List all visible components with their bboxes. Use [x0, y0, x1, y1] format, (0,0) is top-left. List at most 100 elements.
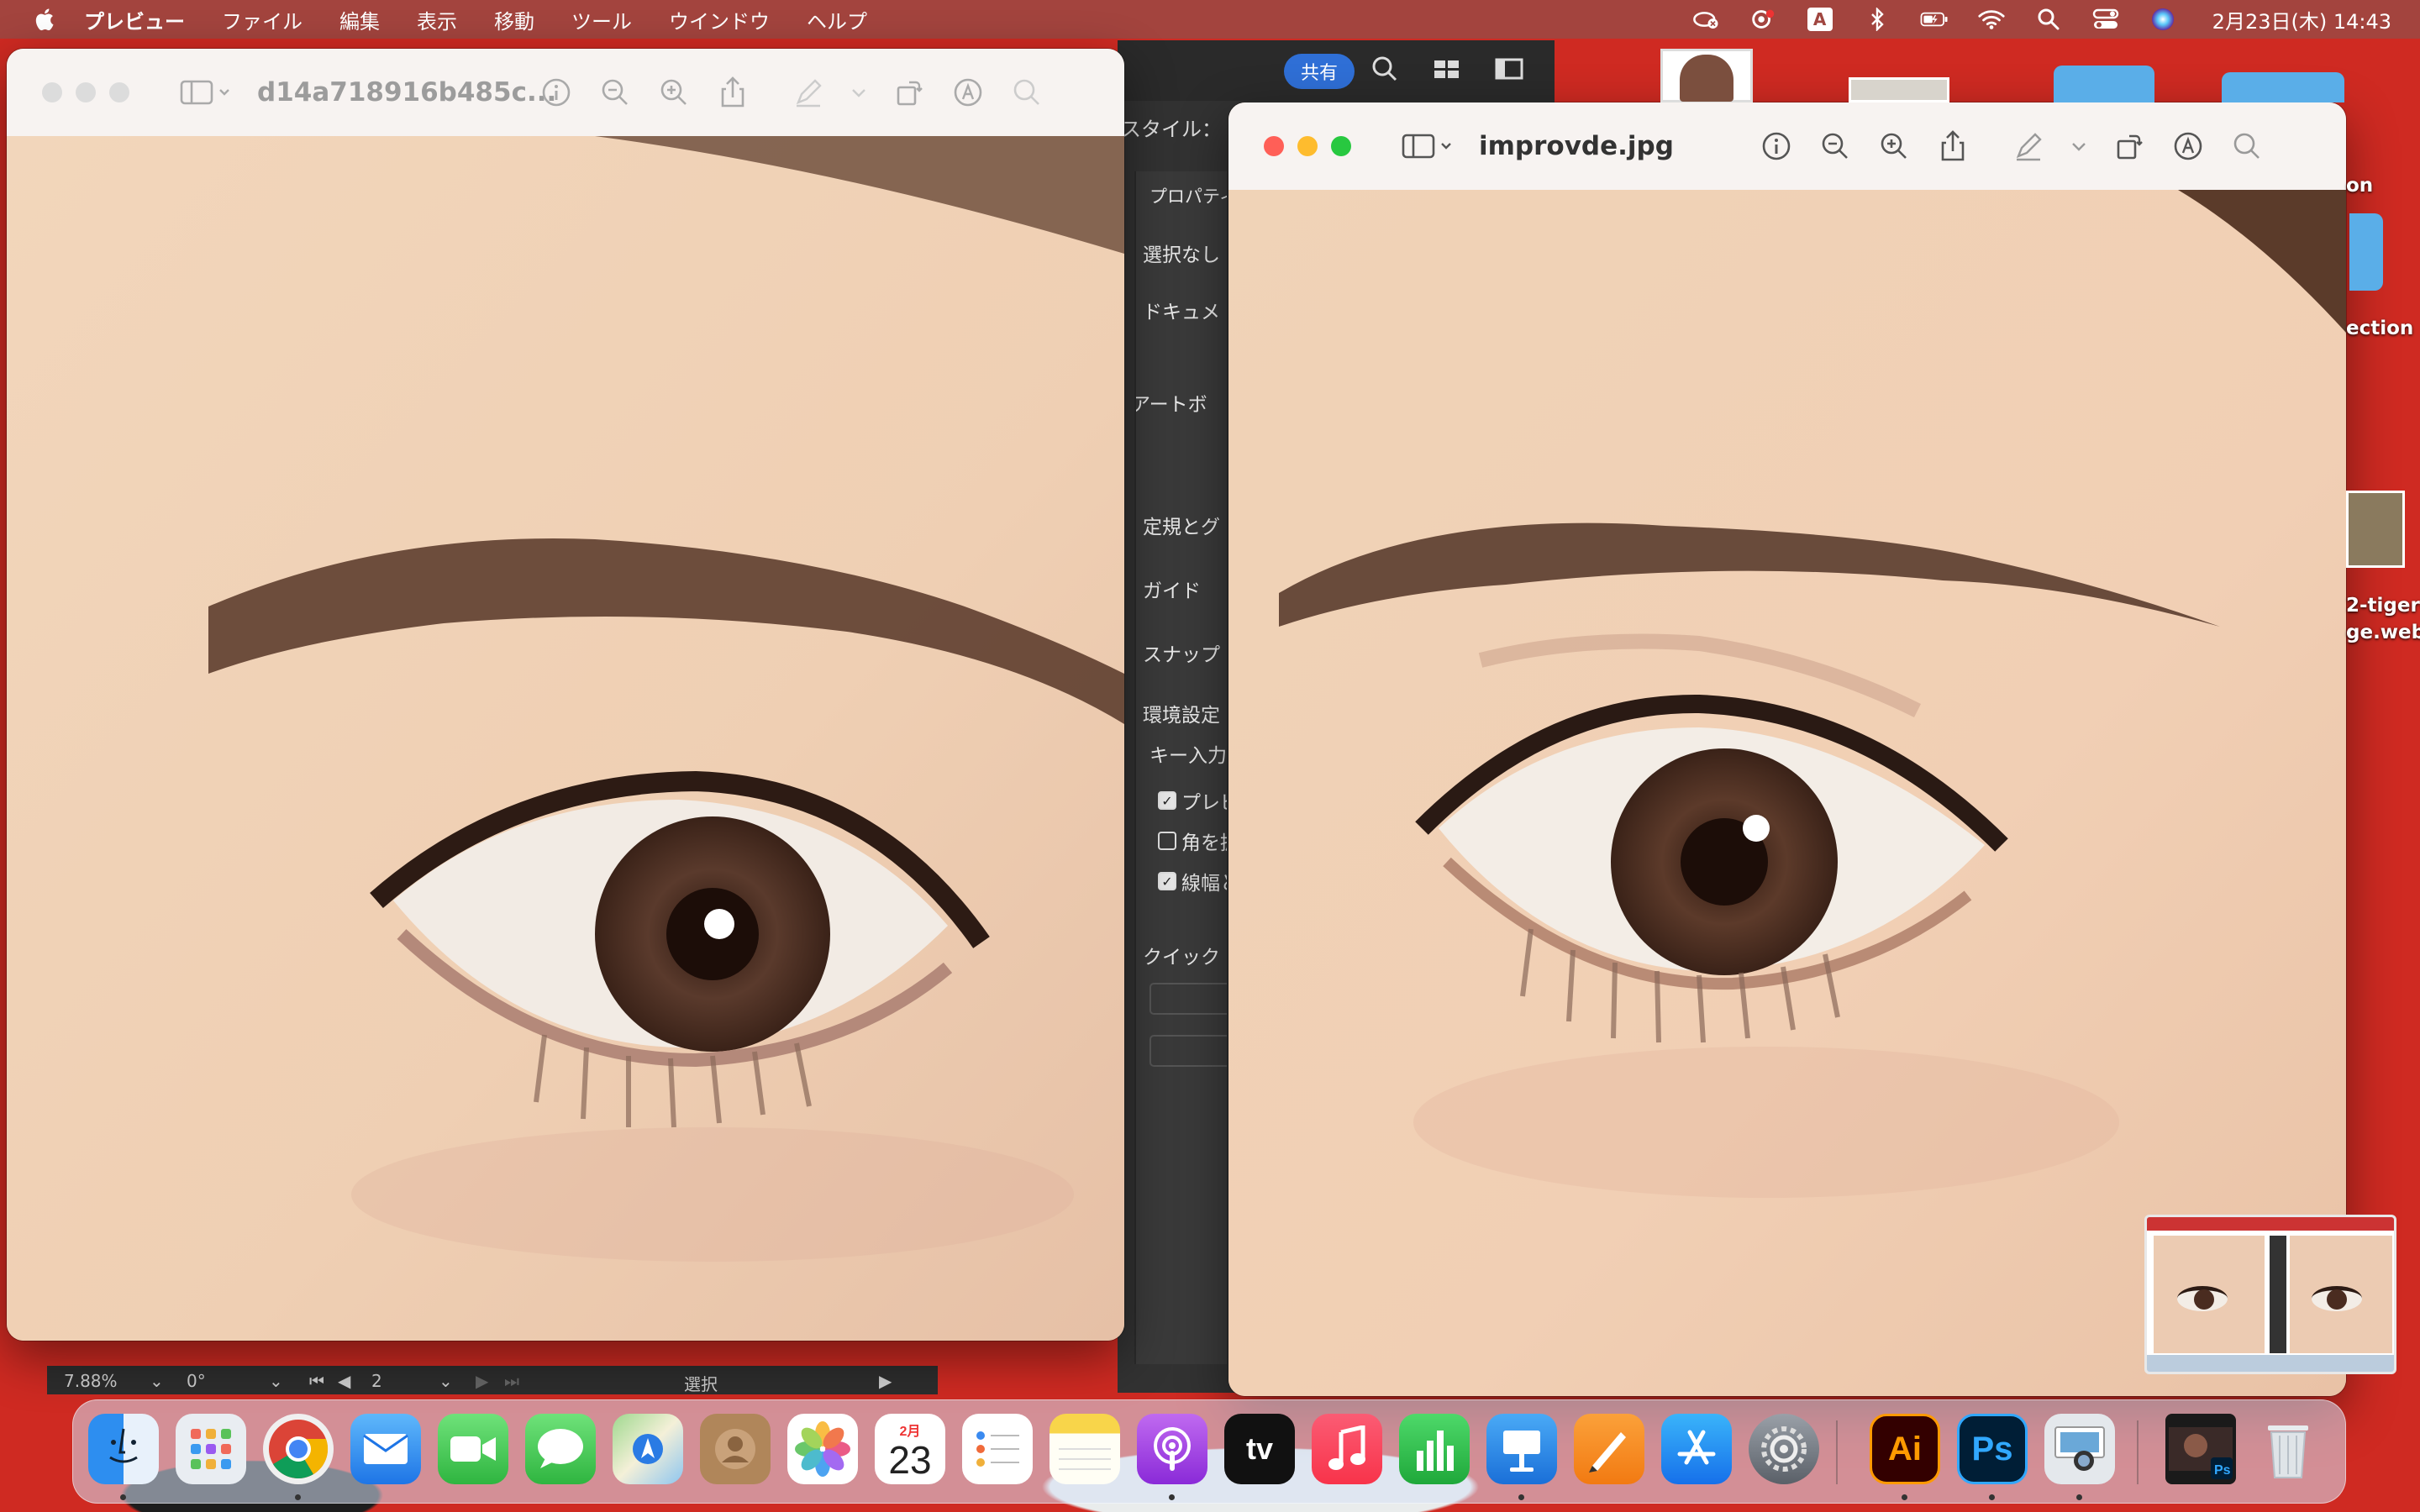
preview-icon[interactable] [2044, 1414, 2115, 1484]
search-icon[interactable] [1370, 54, 1400, 84]
control-center-icon[interactable] [2091, 8, 2120, 31]
zoom-in-icon[interactable] [1877, 129, 1911, 163]
photos-icon[interactable] [787, 1414, 858, 1484]
desktop-image-thumbnail[interactable] [1849, 77, 1949, 102]
chevron-down-icon[interactable]: ⌄ [269, 1371, 283, 1391]
folder-icon[interactable] [2054, 66, 2154, 102]
zoom-button[interactable] [109, 82, 129, 102]
menu-tools[interactable]: ツール [571, 5, 632, 34]
facetime-icon[interactable] [438, 1414, 508, 1484]
screenshot-thumbnail[interactable] [2144, 1215, 2396, 1374]
calendar-icon[interactable]: 2月 23 [875, 1414, 945, 1484]
share-button[interactable]: 共有 [1284, 54, 1355, 89]
markup-pen-icon[interactable] [792, 76, 825, 109]
chrome-icon[interactable] [263, 1414, 334, 1484]
menu-edit[interactable]: 編集 [339, 5, 380, 34]
share-icon[interactable] [716, 76, 750, 109]
photoshop-document-icon[interactable]: Ps [2165, 1414, 2236, 1484]
apple-menu-icon[interactable] [32, 7, 55, 32]
search-icon[interactable] [2230, 129, 2264, 163]
search-icon[interactable] [1010, 76, 1044, 109]
mail-icon[interactable] [350, 1414, 421, 1484]
maps-icon[interactable] [613, 1414, 683, 1484]
last-artboard-icon[interactable]: ⏭ [504, 1371, 519, 1391]
zoom-value[interactable]: 7.88% [64, 1371, 118, 1391]
apple-tv-icon[interactable]: tv [1224, 1414, 1295, 1484]
numbers-icon[interactable] [1399, 1414, 1470, 1484]
wifi-icon[interactable] [1977, 8, 2006, 31]
artboard-number[interactable]: 2 [371, 1371, 382, 1391]
info-icon[interactable] [539, 76, 573, 109]
app-store-icon[interactable] [1661, 1414, 1732, 1484]
zoom-out-icon[interactable] [1818, 129, 1852, 163]
stroke-checkbox[interactable]: ✓線幅と [1158, 867, 1227, 895]
next-artboard-icon[interactable]: ▶ [476, 1371, 488, 1391]
launchpad-icon[interactable] [176, 1414, 246, 1484]
chevron-down-icon[interactable]: ⌄ [439, 1371, 453, 1391]
chevron-down-icon[interactable] [850, 76, 867, 109]
finder-icon[interactable] [88, 1414, 159, 1484]
window-toolbar: d14a718916b485c... [7, 49, 1124, 136]
close-button[interactable] [42, 82, 62, 102]
menu-help[interactable]: ヘルプ [807, 5, 867, 34]
siri-icon[interactable] [2149, 8, 2177, 31]
quick-action-button[interactable] [1150, 1035, 1227, 1067]
folder-icon[interactable] [2222, 72, 2344, 102]
reminders-icon[interactable] [962, 1414, 1033, 1484]
sync-icon[interactable] [1749, 8, 1777, 31]
pages-icon[interactable] [1574, 1414, 1644, 1484]
status-arrow-icon[interactable]: ▶ [879, 1371, 892, 1391]
properties-tab[interactable]: プロパティ [1150, 183, 1227, 208]
menu-app-name[interactable]: プレビュー [84, 5, 185, 34]
share-icon[interactable] [1936, 129, 1970, 163]
notes-icon[interactable] [1050, 1414, 1120, 1484]
input-source-icon[interactable]: A [1806, 8, 1834, 31]
menu-view[interactable]: 表示 [417, 5, 457, 34]
battery-icon[interactable] [1920, 8, 1949, 31]
messages-icon[interactable] [525, 1414, 596, 1484]
zoom-in-icon[interactable] [657, 76, 691, 109]
trash-icon[interactable] [2253, 1414, 2323, 1484]
preview-checkbox[interactable]: ✓プレビ [1158, 786, 1227, 815]
menu-clock[interactable]: 2月23日(木) 14:43 [2212, 5, 2391, 34]
rotate-icon[interactable] [2112, 129, 2146, 163]
folder-icon[interactable] [2349, 213, 2383, 291]
markup-icon[interactable] [2171, 129, 2205, 163]
podcasts-icon[interactable] [1137, 1414, 1207, 1484]
desktop-photo-thumbnail[interactable] [1660, 49, 1753, 102]
chevron-down-icon[interactable] [2070, 129, 2087, 163]
info-icon[interactable] [1760, 129, 1793, 163]
illustrator-icon[interactable]: Ai [1870, 1414, 1940, 1484]
rotate-icon[interactable] [892, 76, 926, 109]
desktop-image-thumbnail[interactable] [2346, 491, 2405, 568]
quick-action-button[interactable] [1150, 983, 1227, 1015]
creative-cloud-icon[interactable] [1691, 8, 1720, 31]
close-button[interactable] [1264, 136, 1284, 156]
markup-icon[interactable] [951, 76, 985, 109]
sidebar-toggle-icon[interactable] [180, 78, 232, 107]
chevron-down-icon[interactable]: ⌄ [150, 1371, 164, 1391]
system-settings-icon[interactable] [1749, 1414, 1819, 1484]
panel-toggle-icon[interactable] [1494, 54, 1524, 84]
corners-checkbox[interactable]: 角を拡 [1158, 827, 1227, 855]
music-icon[interactable] [1312, 1414, 1382, 1484]
arrange-icon[interactable] [1432, 54, 1462, 84]
photoshop-icon[interactable]: Ps [1957, 1414, 2028, 1484]
no-selection-label: 選択なし [1143, 244, 1220, 266]
prev-artboard-icon[interactable]: ◀ [338, 1371, 350, 1391]
zoom-out-icon[interactable] [598, 76, 632, 109]
menu-file[interactable]: ファイル [222, 5, 302, 34]
spotlight-icon[interactable] [2034, 8, 2063, 31]
rotation-value[interactable]: 0° [187, 1371, 206, 1391]
keynote-icon[interactable] [1486, 1414, 1557, 1484]
sidebar-toggle-icon[interactable] [1402, 132, 1454, 160]
zoom-button[interactable] [1331, 136, 1351, 156]
markup-pen-icon[interactable] [2012, 129, 2045, 163]
minimize-button[interactable] [76, 82, 96, 102]
menu-window[interactable]: ウインドウ [669, 5, 770, 34]
menu-go[interactable]: 移動 [494, 5, 534, 34]
minimize-button[interactable] [1297, 136, 1318, 156]
contacts-icon[interactable] [700, 1414, 771, 1484]
first-artboard-icon[interactable]: ⏮ [309, 1371, 324, 1391]
bluetooth-icon[interactable] [1863, 8, 1891, 31]
